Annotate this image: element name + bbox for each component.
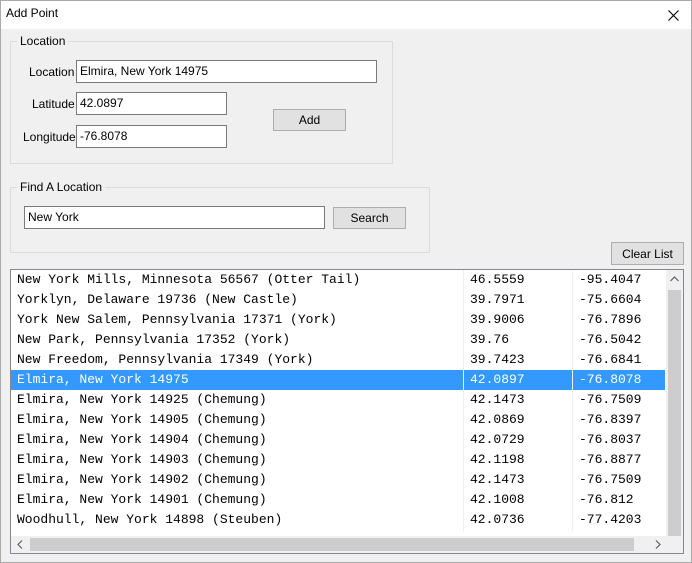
add-button[interactable]: Add [273, 109, 346, 131]
longitude-cell: -95.4047 [579, 272, 642, 287]
location-name-cell: Elmira, New York 14903 (Chemung) [17, 452, 267, 467]
location-name-cell: Elmira, New York 14902 (Chemung) [17, 472, 267, 487]
latitude-cell: 42.0736 [470, 512, 525, 527]
list-item[interactable]: New Park, Pennsylvania 17352 (York) 39.76… [11, 330, 665, 350]
location-label: Location [29, 65, 75, 79]
latitude-cell: 42.1473 [470, 472, 525, 487]
list-item[interactable]: Woodhull, New York 14898 (Steuben) 42.073… [11, 510, 665, 530]
vertical-scroll-thumb[interactable] [668, 290, 681, 536]
longitude-cell: -76.5042 [579, 332, 642, 347]
scroll-right-button[interactable] [649, 536, 666, 553]
close-icon [667, 9, 679, 21]
location-input[interactable]: Elmira, New York 14975 [76, 60, 377, 83]
latitude-cell: 42.0869 [470, 412, 525, 427]
horizontal-scrollbar[interactable] [11, 536, 666, 553]
latitude-cell: 39.7423 [470, 352, 525, 367]
location-name-cell: Elmira, New York 14901 (Chemung) [17, 492, 267, 507]
list-item[interactable]: Elmira, New York 14905 (Chemung) 42.0869 -… [11, 410, 665, 430]
latitude-cell: 39.76 [470, 332, 510, 347]
longitude-cell: -76.8397 [579, 412, 642, 427]
location-name-cell: New Freedom, Pennsylvania 17349 (York) [17, 352, 314, 367]
latitude-cell: 42.1008 [470, 492, 525, 507]
list-item[interactable]: Elmira, New York 14901 (Chemung) 42.1008 -… [11, 490, 665, 510]
list-item[interactable]: Elmira, New York 14925 (Chemung) 42.1473 -… [11, 390, 665, 410]
location-name-cell: Woodhull, New York 14898 (Steuben) [17, 512, 283, 527]
longitude-input[interactable]: -76.8078 [76, 125, 227, 148]
location-name-cell: Yorklyn, Delaware 19736 (New Castle) [17, 292, 298, 307]
longitude-cell: -76.6841 [579, 352, 642, 367]
clear-list-button[interactable]: Clear List [611, 242, 684, 265]
location-name-cell: New York Mills, Minnesota 56567 (Otter T… [17, 272, 361, 287]
search-input[interactable]: New York [24, 206, 325, 229]
find-location-legend: Find A Location [17, 180, 106, 194]
list-item[interactable]: New Freedom, Pennsylvania 17349 (York) 39… [11, 350, 665, 370]
latitude-cell: 46.5559 [470, 272, 525, 287]
longitude-cell: -76.812 [579, 492, 634, 507]
list-item[interactable]: Elmira, New York 14975 42.0897 -76.8078 [11, 370, 665, 390]
location-name-cell: Elmira, New York 14904 (Chemung) [17, 432, 267, 447]
chevron-up-icon [670, 275, 679, 281]
latitude-cell: 42.1198 [470, 452, 525, 467]
longitude-cell: -76.8037 [579, 432, 642, 447]
horizontal-scroll-thumb[interactable] [30, 538, 634, 551]
title-bar: Add Point [1, 1, 691, 29]
longitude-cell: -76.8078 [579, 372, 642, 387]
longitude-cell: -76.7896 [579, 312, 642, 327]
location-group-legend: Location [17, 34, 69, 48]
results-rows: New York Mills, Minnesota 56567 (Otter T… [11, 270, 665, 530]
list-item[interactable]: Elmira, New York 14904 (Chemung) 42.0729 -… [11, 430, 665, 450]
column-separator [463, 270, 464, 532]
list-item[interactable]: New York Mills, Minnesota 56567 (Otter T… [11, 270, 665, 290]
list-item[interactable]: Yorklyn, Delaware 19736 (New Castle) 39.7… [11, 290, 665, 310]
window-title: Add Point [6, 6, 59, 20]
location-name-cell: Elmira, New York 14905 (Chemung) [17, 412, 267, 427]
list-item[interactable]: Elmira, New York 14903 (Chemung) 42.1198 -… [11, 450, 665, 470]
location-name-cell: Elmira, New York 14925 (Chemung) [17, 392, 267, 407]
close-button[interactable] [655, 1, 691, 29]
latitude-cell: 42.0897 [470, 372, 525, 387]
scrollbar-corner [666, 536, 683, 553]
list-item[interactable]: York New Salem, Pennsylvania 17371 (York… [11, 310, 665, 330]
longitude-cell: -76.8877 [579, 452, 642, 467]
chevron-right-icon [655, 540, 661, 549]
scroll-up-button[interactable] [666, 270, 683, 287]
longitude-cell: -77.4203 [579, 512, 642, 527]
location-name-cell: Elmira, New York 14975 [17, 372, 189, 387]
latitude-cell: 39.9006 [470, 312, 525, 327]
latitude-cell: 42.1473 [470, 392, 525, 407]
longitude-cell: -75.6604 [579, 292, 642, 307]
latitude-label: Latitude [32, 97, 75, 111]
list-item[interactable]: Elmira, New York 14902 (Chemung) 42.1473 -… [11, 470, 665, 490]
results-list[interactable]: New York Mills, Minnesota 56567 (Otter T… [10, 269, 684, 554]
latitude-input[interactable]: 42.0897 [76, 92, 227, 115]
longitude-label: Longitude [23, 130, 76, 144]
column-separator [572, 270, 573, 532]
vertical-scrollbar[interactable] [666, 270, 683, 536]
scroll-left-button[interactable] [11, 536, 28, 553]
latitude-cell: 39.7971 [470, 292, 525, 307]
search-button[interactable]: Search [333, 207, 406, 229]
location-name-cell: York New Salem, Pennsylvania 17371 (York… [17, 312, 337, 327]
location-name-cell: New Park, Pennsylvania 17352 (York) [17, 332, 291, 347]
longitude-cell: -76.7509 [579, 392, 642, 407]
longitude-cell: -76.7509 [579, 472, 642, 487]
chevron-left-icon [16, 540, 22, 549]
add-point-window: Add Point Location Location Elmira, New … [0, 0, 692, 563]
latitude-cell: 42.0729 [470, 432, 525, 447]
